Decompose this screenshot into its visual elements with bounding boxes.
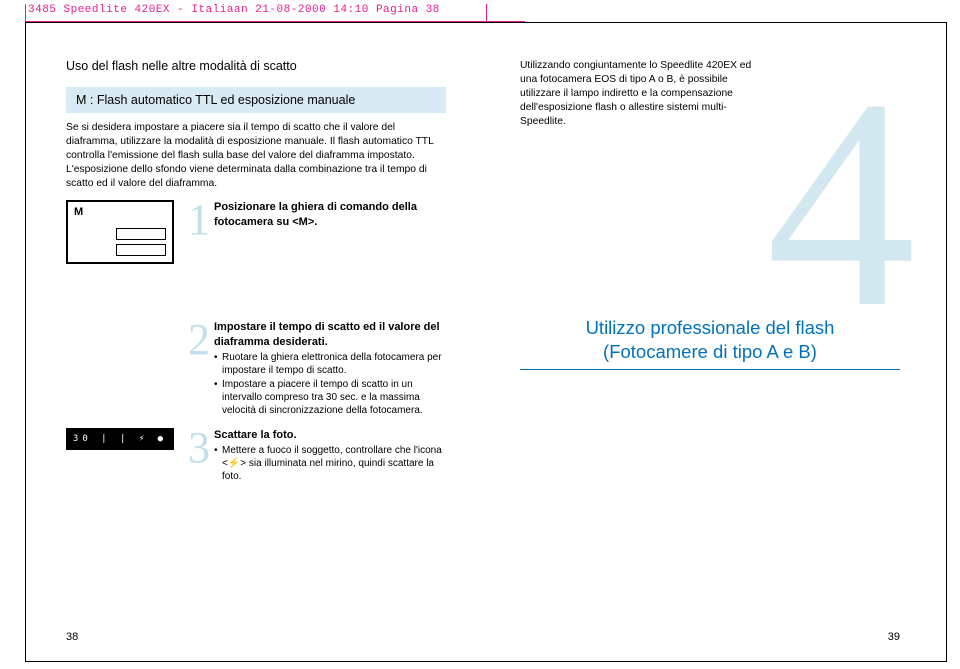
step-number: 3 [184,428,214,468]
step-bullets: Ruotare la ghiera elettronica della foto… [214,351,446,417]
lcd-display-outline: M [66,200,174,264]
viewfinder-readout: 30 | | ⚡ ● [66,428,174,450]
chapter-divider [520,369,900,370]
crop-tick [25,4,26,22]
step-text: Impostare il tempo di scatto ed il valor… [214,320,446,418]
viewfinder-readout-icon: 30 | | ⚡ ● [66,428,184,450]
camera-display-icon: M [66,200,184,264]
crop-header: 3485 Speedlite 420EX - Italiaan 21-08-20… [28,4,440,16]
lcd-box [116,228,166,240]
intro-paragraph: Se si desidera impostare a piacere sia i… [66,121,446,190]
step-2: 2 Impostare il tempo di scatto ed il val… [66,320,446,418]
step-text: Scattare la foto. Mettere a fuoco il sog… [214,428,446,484]
step-1: M 1 Posizionare la ghiera di comando del… [66,200,446,264]
page-right: 4 Utilizzando congiuntamente lo Speedlit… [486,23,946,661]
page-number-right: 39 [888,631,900,643]
chapter-heading-line1: Utilizzo professionale del flash [586,317,835,338]
step-heading: Posizionare la ghiera di comando della f… [214,200,446,229]
step-number: 1 [184,200,214,240]
bullet: Impostare a piacere il tempo di scatto i… [214,378,446,417]
mode-box-text: M : Flash automatico TTL ed esposizione … [76,93,436,107]
bullet: Ruotare la ghiera elettronica della foto… [214,351,446,377]
step-number: 2 [184,320,214,360]
crop-tick [486,4,487,22]
step-heading: Impostare il tempo di scatto ed il valor… [214,320,446,349]
page-left: Uso del flash nelle altre modalità di sc… [26,23,486,661]
mode-m-label: M [74,206,83,218]
page-spread: Uso del flash nelle altre modalità di sc… [25,22,947,662]
step-text: Posizionare la ghiera di comando della f… [214,200,446,231]
right-intro-paragraph: Utilizzando congiuntamente lo Speedlite … [520,59,760,128]
lcd-box [116,244,166,256]
step-3: 30 | | ⚡ ● 3 Scattare la foto. Mettere a… [66,428,446,484]
chapter-heading: Utilizzo professionale del flash (Fotoca… [520,316,900,362]
step-heading: Scattare la foto. [214,428,446,442]
bullet: Mettere a fuoco il soggetto, controllare… [214,444,446,483]
step-bullets: Mettere a fuoco il soggetto, controllare… [214,444,446,483]
mode-highlight-box: M : Flash automatico TTL ed esposizione … [66,87,446,113]
page-number-left: 38 [66,631,78,643]
chapter-heading-line2: (Fotocamere di tipo A e B) [603,341,817,362]
section-title: Uso del flash nelle altre modalità di sc… [66,59,446,73]
